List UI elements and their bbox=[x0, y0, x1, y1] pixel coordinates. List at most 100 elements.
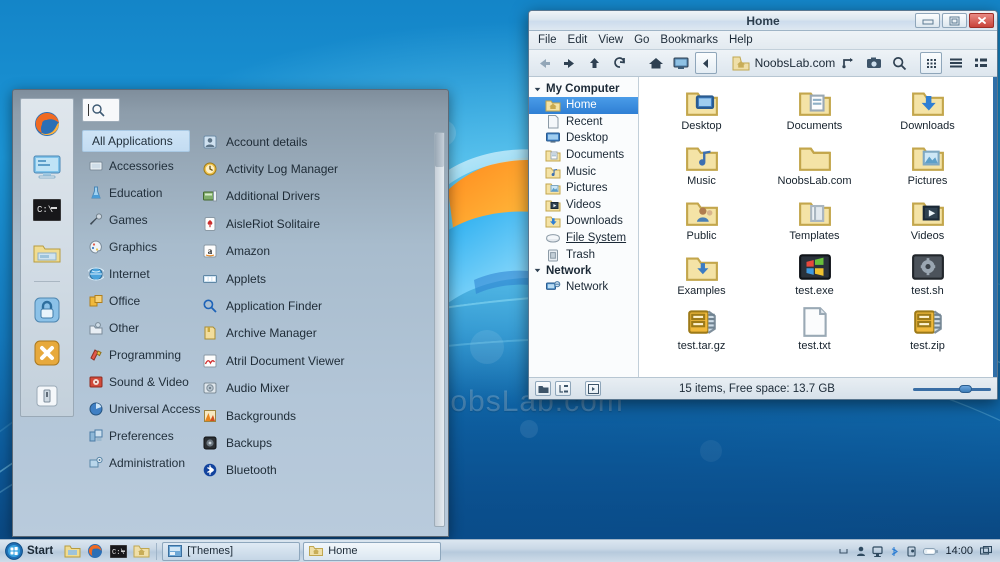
menu-go[interactable]: Go bbox=[634, 34, 649, 46]
quicklaunch-terminal[interactable]: C:\ bbox=[108, 542, 128, 561]
toggle-sidebar-button[interactable] bbox=[694, 52, 717, 74]
file-item[interactable]: Templates bbox=[758, 195, 871, 250]
application-item-account-details[interactable]: Account details bbox=[202, 128, 448, 155]
application-item-archive-manager[interactable]: Archive Manager bbox=[202, 320, 448, 347]
task-button-home[interactable]: Home bbox=[303, 541, 442, 561]
file-item[interactable]: Public bbox=[645, 195, 758, 250]
start-button[interactable]: Start bbox=[3, 541, 59, 561]
slider-knob[interactable] bbox=[959, 384, 972, 393]
tray-battery-icon[interactable] bbox=[923, 545, 939, 558]
category-item-internet[interactable]: Internet bbox=[82, 260, 190, 287]
sidebar-item-trash[interactable]: Trash bbox=[529, 246, 638, 263]
file-item[interactable]: Desktop bbox=[645, 85, 758, 140]
scrollbar-thumb[interactable] bbox=[435, 133, 444, 167]
search-button[interactable] bbox=[888, 52, 910, 74]
show-desktop-button[interactable] bbox=[979, 545, 992, 558]
view-icons-button[interactable] bbox=[920, 52, 943, 74]
menu-file[interactable]: File bbox=[538, 34, 557, 46]
grid-scrollbar[interactable] bbox=[993, 77, 997, 377]
maximize-button[interactable] bbox=[942, 13, 967, 28]
settings-launcher[interactable] bbox=[30, 151, 64, 183]
show-sidebar-button[interactable] bbox=[585, 381, 601, 396]
screenshot-button[interactable] bbox=[863, 52, 885, 74]
application-item-amazon[interactable]: a Amazon bbox=[202, 238, 448, 265]
application-item-bluetooth[interactable]: Bluetooth bbox=[202, 457, 448, 484]
sidebar-item-documents[interactable]: Documents bbox=[529, 147, 638, 164]
sidebar-item-pictures[interactable]: Pictures bbox=[529, 180, 638, 197]
zoom-slider[interactable] bbox=[913, 383, 991, 395]
tree-view-button[interactable] bbox=[555, 381, 571, 396]
file-item[interactable]: test.tar.gz bbox=[645, 305, 758, 360]
category-item-universal-access[interactable]: Universal Access bbox=[82, 395, 200, 422]
sidebar-item-desktop[interactable]: Desktop bbox=[529, 130, 638, 147]
file-item[interactable]: Examples bbox=[645, 250, 758, 305]
sidebar-item-videos[interactable]: Videos bbox=[529, 197, 638, 214]
up-button[interactable] bbox=[584, 52, 606, 74]
menu-edit[interactable]: Edit bbox=[568, 34, 588, 46]
application-item-aisleriot-solitaire[interactable]: AisleRiot Solitaire bbox=[202, 210, 448, 237]
sidebar-item-home[interactable]: Home bbox=[529, 97, 638, 114]
file-item[interactable]: test.sh bbox=[871, 250, 984, 305]
search-input[interactable] bbox=[82, 98, 120, 122]
tray-hide-icon[interactable] bbox=[838, 545, 849, 558]
clock[interactable]: 14:00 bbox=[945, 545, 973, 557]
sidebar-item-downloads[interactable]: Downloads bbox=[529, 213, 638, 230]
tray-user-icon[interactable] bbox=[855, 545, 866, 558]
firefox-launcher[interactable] bbox=[30, 108, 64, 140]
application-item-backups[interactable]: Backups bbox=[202, 429, 448, 456]
category-item-preferences[interactable]: Preferences bbox=[82, 422, 190, 449]
quicklaunch-files[interactable] bbox=[62, 542, 82, 561]
home-button[interactable] bbox=[645, 52, 667, 74]
quicklaunch-firefox[interactable] bbox=[85, 542, 105, 561]
task-button-themes[interactable]: [Themes] bbox=[162, 541, 301, 561]
sidebar-group-my-computer[interactable]: My Computer bbox=[529, 81, 638, 97]
logout-launcher[interactable] bbox=[30, 337, 64, 369]
computer-button[interactable] bbox=[670, 52, 692, 74]
file-item[interactable]: test.exe bbox=[758, 250, 871, 305]
terminal-launcher[interactable]: C:\ bbox=[30, 194, 64, 226]
application-item-additional-drivers[interactable]: Additional Drivers bbox=[202, 183, 448, 210]
category-item-all-applications[interactable]: All Applications bbox=[82, 130, 190, 152]
split-view-button[interactable] bbox=[838, 52, 860, 74]
category-item-other[interactable]: Other bbox=[82, 314, 190, 341]
open-folder-button[interactable] bbox=[535, 381, 551, 396]
application-item-application-finder[interactable]: Application Finder bbox=[202, 292, 448, 319]
quicklaunch-file-manager[interactable] bbox=[131, 542, 151, 561]
category-item-programming[interactable]: Programming bbox=[82, 341, 190, 368]
file-item[interactable]: Music bbox=[645, 140, 758, 195]
sidebar-item-music[interactable]: Music bbox=[529, 163, 638, 180]
file-item[interactable]: NoobsLab.com bbox=[758, 140, 871, 195]
tray-display-icon[interactable] bbox=[872, 545, 884, 558]
category-item-office[interactable]: Office bbox=[82, 287, 190, 314]
file-item[interactable]: Documents bbox=[758, 85, 871, 140]
sidebar-item-network[interactable]: Network bbox=[529, 279, 638, 296]
location-path[interactable]: NoobsLab.com bbox=[755, 56, 836, 70]
file-item[interactable]: Videos bbox=[871, 195, 984, 250]
application-item-activity-log-manager[interactable]: Activity Log Manager bbox=[202, 155, 448, 182]
file-item[interactable]: test.txt bbox=[758, 305, 871, 360]
menu-help[interactable]: Help bbox=[729, 34, 753, 46]
view-detail-button[interactable] bbox=[970, 52, 992, 74]
minimize-button[interactable] bbox=[915, 13, 940, 28]
file-item[interactable]: Pictures bbox=[871, 140, 984, 195]
close-button[interactable] bbox=[969, 13, 994, 28]
application-item-atril-document-viewer[interactable]: Atril Document Viewer bbox=[202, 347, 448, 374]
sidebar-item-file-system[interactable]: File System bbox=[529, 230, 638, 247]
category-item-education[interactable]: Education bbox=[82, 179, 190, 206]
tray-bluetooth-icon[interactable] bbox=[889, 545, 900, 558]
application-item-backgrounds[interactable]: Backgrounds bbox=[202, 402, 448, 429]
menu-view[interactable]: View bbox=[598, 34, 623, 46]
category-item-games[interactable]: Games bbox=[82, 206, 190, 233]
category-item-accessories[interactable]: Accessories bbox=[82, 152, 190, 179]
application-item-applets[interactable]: Applets bbox=[202, 265, 448, 292]
category-item-administration[interactable]: Administration bbox=[82, 449, 190, 476]
category-item-graphics[interactable]: Graphics bbox=[82, 233, 190, 260]
sidebar-item-recent[interactable]: Recent bbox=[529, 114, 638, 131]
back-button[interactable] bbox=[534, 52, 556, 74]
menu-scrollbar[interactable] bbox=[434, 132, 445, 527]
category-item-sound-video[interactable]: Sound & Video bbox=[82, 368, 190, 395]
view-list-button[interactable] bbox=[945, 52, 967, 74]
reload-button[interactable] bbox=[609, 52, 631, 74]
file-item[interactable]: test.zip bbox=[871, 305, 984, 360]
lock-screen-launcher[interactable] bbox=[30, 294, 64, 326]
